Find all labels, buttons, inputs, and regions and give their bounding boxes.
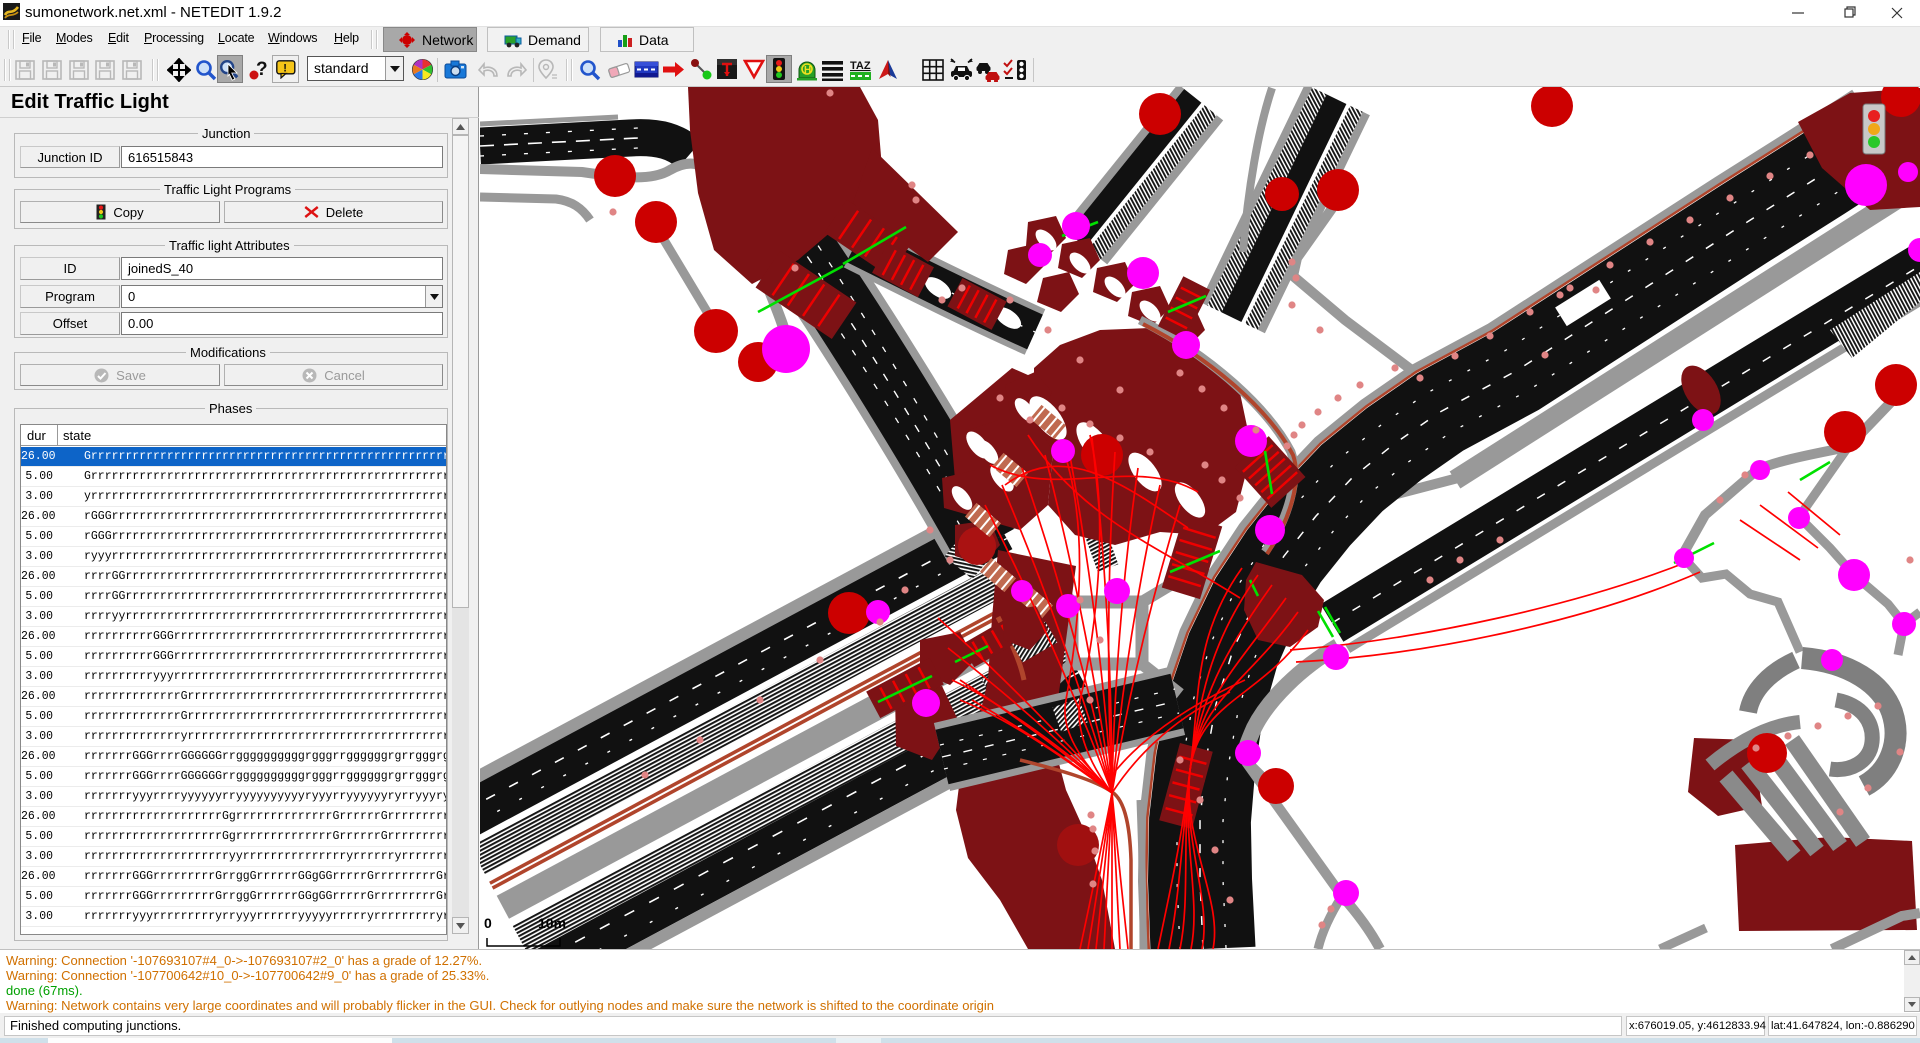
svg-text:0: 0 bbox=[484, 915, 492, 931]
svg-text:H: H bbox=[804, 65, 811, 76]
svg-text:TAZ: TAZ bbox=[850, 60, 871, 72]
svg-text:10m: 10m bbox=[538, 915, 566, 931]
svg-text:?: ? bbox=[256, 59, 268, 80]
svg-text:!: ! bbox=[283, 63, 287, 75]
